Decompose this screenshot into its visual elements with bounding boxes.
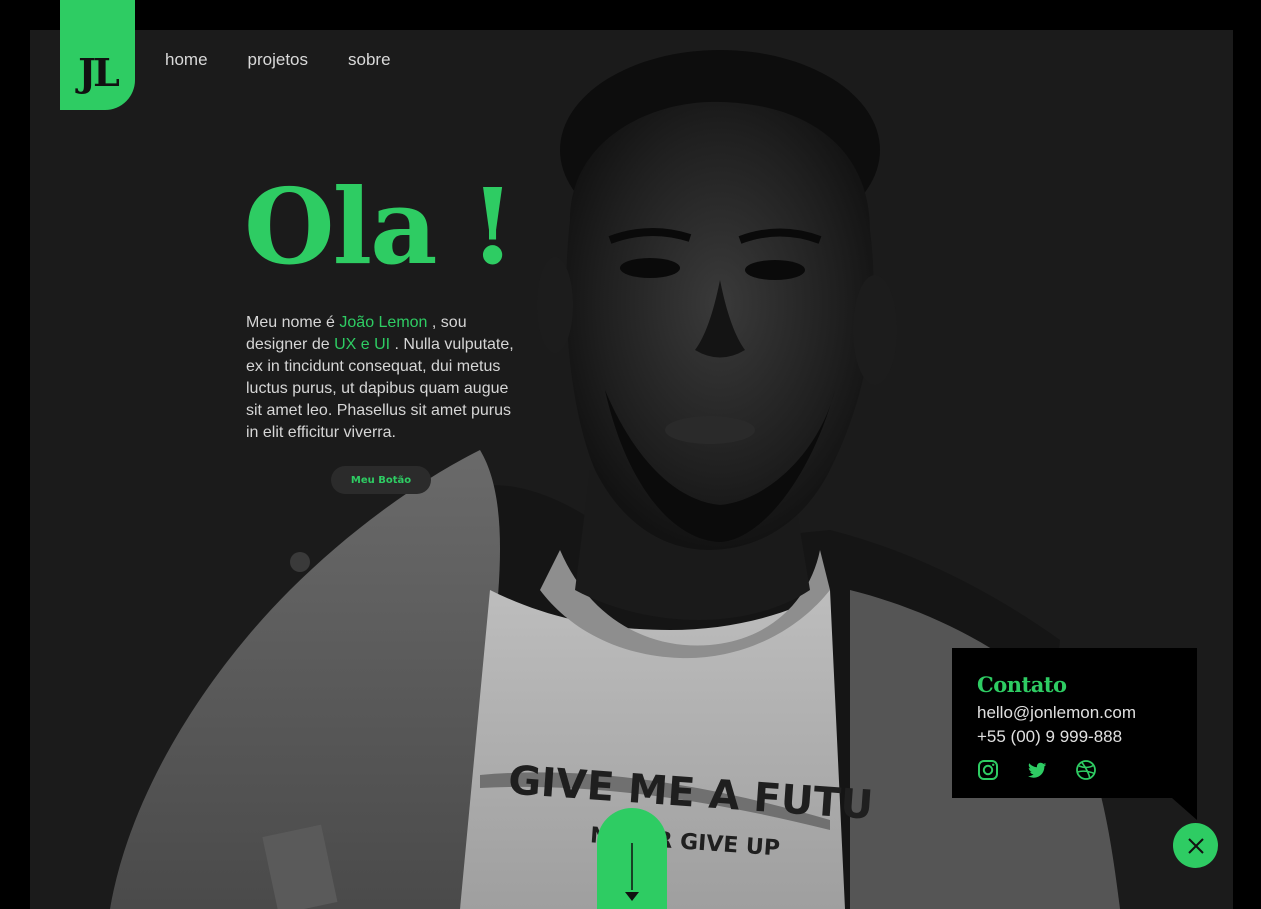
intro-prefix: Meu nome é [246, 314, 340, 331]
contact-card: Contato hello@jonlemon.com +55 (00) 9 99… [952, 648, 1197, 798]
instagram-icon[interactable] [977, 759, 999, 781]
page: GIVE ME A FUTU NEVER GIVE UP JL home pro… [0, 0, 1261, 909]
dribbble-icon[interactable] [1075, 759, 1097, 781]
contact-title: Contato [977, 672, 1067, 697]
intro-paragraph: Meu nome é João Lemon , sou designer de … [246, 312, 514, 444]
logo-text: JL [78, 50, 120, 95]
nav-item-sobre[interactable]: sobre [348, 50, 391, 70]
intro-role: UX e UI [334, 336, 391, 353]
nav-item-home[interactable]: home [165, 50, 208, 70]
primary-button[interactable]: Meu Botão [331, 466, 431, 494]
social-links [977, 759, 1197, 781]
close-contact-button[interactable] [1173, 823, 1218, 868]
nav-item-projetos[interactable]: projetos [248, 50, 308, 70]
intro-name: João Lemon [339, 314, 428, 331]
contact-email[interactable]: hello@jonlemon.com [977, 701, 1197, 725]
arrow-down-icon [625, 843, 639, 901]
close-icon [1187, 837, 1204, 854]
contact-card-tail [1172, 798, 1197, 820]
hero-title: Ola ! [244, 165, 515, 288]
contact-phone[interactable]: +55 (00) 9 999-888 [977, 725, 1197, 749]
twitter-icon[interactable] [1026, 759, 1048, 781]
scroll-down-button[interactable] [597, 808, 667, 909]
main-nav: home projetos sobre [165, 50, 431, 70]
logo[interactable]: JL [60, 0, 135, 110]
